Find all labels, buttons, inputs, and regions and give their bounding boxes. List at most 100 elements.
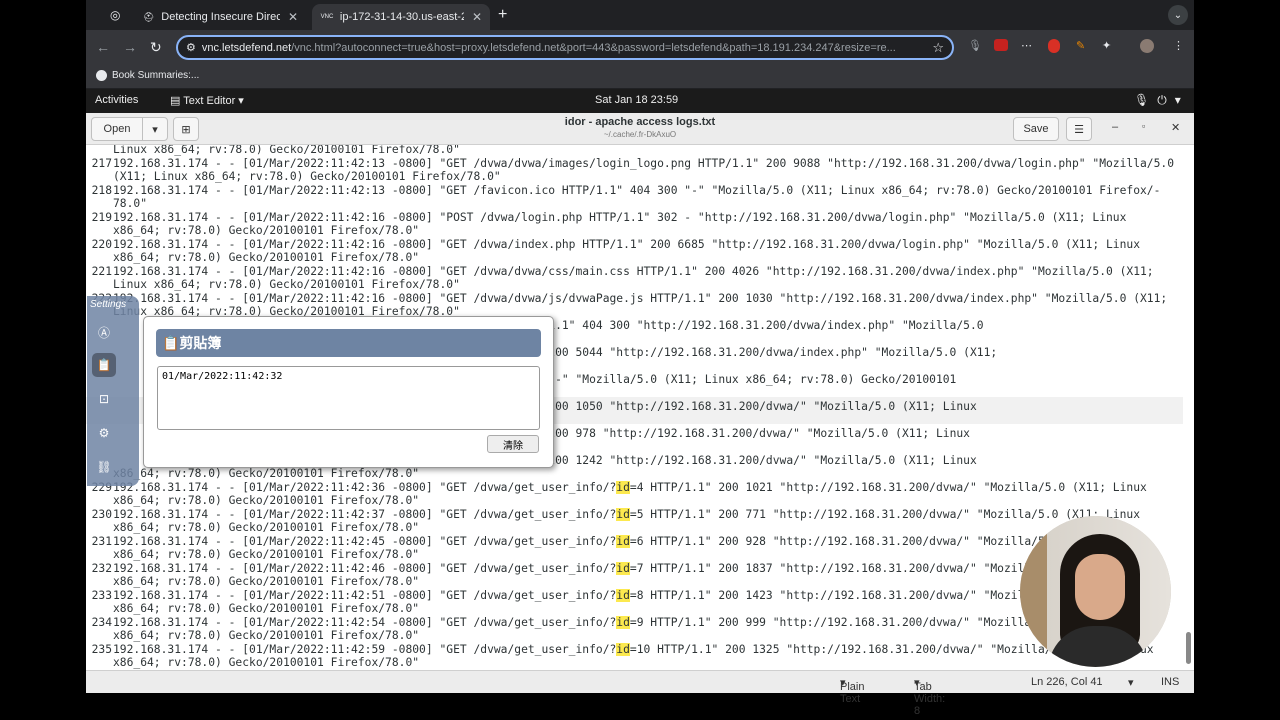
- line-text: 192.168.31.174 - - [01/Mar/2022:11:42:46…: [113, 561, 1147, 575]
- bookmark-star-icon[interactable]: ☆: [932, 40, 944, 56]
- editor-status-bar: Plain Text ▾ Tab Width: 8 ▾ Ln 226, Col …: [86, 670, 1194, 717]
- editor-header-bar: Open ▾ ⊞ idor - apache access logs.txt ~…: [86, 113, 1194, 145]
- chrome-icon[interactable]: ◎: [110, 8, 120, 22]
- line-number: 221: [91, 264, 112, 278]
- line-text: 192.168.31.174 - - [01/Mar/2022:11:42:16…: [113, 237, 1140, 251]
- cursor-position[interactable]: Ln 226, Col 41: [1031, 676, 1103, 688]
- extension-dots-icon[interactable]: ⋯: [1021, 39, 1032, 52]
- activities-button[interactable]: Activities: [95, 94, 138, 106]
- maximize-icon[interactable]: ▫: [1142, 121, 1145, 131]
- line-number: 233: [91, 588, 112, 602]
- search-match: id: [616, 615, 630, 629]
- line-text: 78.0": [113, 197, 148, 210]
- extension-feather-icon[interactable]: ✎: [1076, 39, 1085, 52]
- globe-icon: [96, 70, 107, 81]
- vnc-control-panel: Settings Ⓐ 📋 ⊡ ⚙ ⛓: [87, 296, 139, 486]
- line-number: 217: [91, 156, 112, 170]
- tab-width-selector[interactable]: Tab Width: 8 ▾: [914, 676, 945, 717]
- line-text: 192.168.31.174 - - [01/Mar/2022:11:42:54…: [113, 615, 1141, 629]
- search-match: id: [616, 561, 630, 575]
- close-window-icon[interactable]: ✕: [1171, 121, 1180, 134]
- line-text: x86_64; rv:78.0) Gecko/20100101 Firefox/…: [113, 548, 420, 561]
- line-text: 192.168.31.174 - - [01/Mar/2022:11:42:16…: [113, 264, 1154, 278]
- close-icon[interactable]: ✕: [472, 10, 482, 24]
- address-bar[interactable]: ⚙ vnc.letsdefend.net/vnc.html?autoconnec…: [176, 35, 954, 60]
- vnc-settings-label: Settings: [90, 299, 127, 310]
- line-number: 231: [91, 534, 112, 548]
- clipboard-icon[interactable]: 📋: [92, 353, 116, 377]
- line-number: 219: [91, 210, 112, 224]
- line-text: (X11; Linux x86_64; rv:78.0) Gecko/20100…: [113, 170, 501, 183]
- line-number: 235: [91, 642, 112, 656]
- minimize-icon[interactable]: –: [1112, 121, 1118, 133]
- line-text: x86_64; rv:78.0) Gecko/20100101 Firefox/…: [113, 521, 420, 534]
- clear-button[interactable]: 清除: [487, 435, 539, 453]
- extension-shield-icon[interactable]: [1048, 39, 1060, 53]
- language-selector[interactable]: Plain Text ▾: [840, 676, 864, 705]
- tab-search-button[interactable]: ⌄: [1168, 5, 1188, 25]
- browser-toolbar: ← → ↻ ⚙ vnc.letsdefend.net/vnc.html?auto…: [86, 30, 1194, 65]
- search-match: id: [616, 588, 630, 602]
- microphone-icon[interactable]: 🎙: [968, 39, 982, 52]
- line-text: Linux x86_64; rv:78.0) Gecko/20100101 Fi…: [113, 278, 460, 291]
- line-text: 192.168.31.174 - - [01/Mar/2022:11:42:13…: [113, 156, 1175, 170]
- browser-tab-strip: ◎ ⛑ Detecting Insecure Direct Ob ✕ VNC i…: [86, 0, 1194, 30]
- search-match: id: [616, 534, 630, 548]
- line-text: x86_64; rv:78.0) Gecko/20100101 Firefox/…: [113, 575, 420, 588]
- disconnect-icon[interactable]: ⛓: [92, 455, 116, 479]
- chrome-menu-icon[interactable]: ⋮: [1173, 39, 1184, 52]
- position-menu-icon[interactable]: ▾: [1128, 676, 1134, 689]
- clipboard-dialog: 📋 剪貼簿 01/Mar/2022:11:42:32 清除: [143, 316, 554, 468]
- editor-scrollbar[interactable]: [1183, 145, 1194, 670]
- clipboard-textarea[interactable]: 01/Mar/2022:11:42:32: [157, 366, 540, 430]
- clipboard-header-icon: 📋: [162, 334, 180, 351]
- line-text: 192.168.31.174 - - [01/Mar/2022:11:42:45…: [113, 534, 1141, 548]
- screen: ◎ ⛑ Detecting Insecure Direct Ob ✕ VNC i…: [0, 0, 1280, 720]
- line-text: 192.168.31.174 - - [01/Mar/2022:11:42:16…: [113, 291, 1168, 305]
- insert-mode: INS: [1161, 676, 1180, 688]
- line-text: 192.168.31.174 - - [01/Mar/2022:11:42:36…: [113, 480, 1147, 494]
- site-info-icon[interactable]: ⚙: [186, 41, 196, 54]
- line-text: 192.168.31.174 - - [01/Mar/2022:11:42:37…: [113, 507, 1141, 521]
- reload-icon[interactable]: ↻: [150, 39, 162, 56]
- profile-avatar[interactable]: [1140, 39, 1154, 53]
- clock[interactable]: Sat Jan 18 23:59: [595, 94, 678, 106]
- keyboard-icon[interactable]: Ⓐ: [92, 320, 116, 344]
- new-tab-button[interactable]: +: [498, 6, 507, 24]
- fullscreen-icon[interactable]: ⊡: [92, 387, 116, 411]
- line-text: x86_64; rv:78.0) Gecko/20100101 Firefox/…: [113, 251, 420, 264]
- extension-record-icon[interactable]: [994, 39, 1008, 51]
- line-number: 218: [91, 183, 112, 197]
- webcam-overlay: [1020, 516, 1171, 667]
- line-number: 220: [91, 237, 112, 251]
- scrollbar-thumb[interactable]: [1186, 632, 1191, 664]
- line-text: x86_64; rv:78.0) Gecko/20100101 Firefox/…: [113, 656, 420, 669]
- search-match: id: [616, 507, 630, 521]
- vnc-icon: VNC: [320, 14, 334, 20]
- close-icon[interactable]: ✕: [288, 10, 298, 24]
- extensions-puzzle-icon[interactable]: ✦: [1102, 39, 1111, 52]
- clipboard-header: 📋 剪貼簿: [156, 329, 541, 357]
- line-text: x86_64; rv:78.0) Gecko/20100101 Firefox/…: [113, 494, 420, 507]
- bookmark-book-summaries[interactable]: Book Summaries:...: [96, 70, 199, 81]
- line-text: 192.168.31.174 - - [01/Mar/2022:11:42:13…: [113, 183, 1161, 197]
- line-text: 192.168.31.174 - - [01/Mar/2022:11:42:51…: [113, 588, 1147, 602]
- hamburger-menu-icon[interactable]: ☰: [1066, 117, 1092, 141]
- text-editor-icon: ▤: [170, 95, 184, 107]
- gnome-top-bar: Activities ▤ Text Editor ▾ Sat Jan 18 23…: [86, 89, 1194, 113]
- bookmarks-bar: Book Summaries:...: [86, 65, 1194, 89]
- forward-icon[interactable]: →: [123, 39, 137, 55]
- tab-vnc[interactable]: VNC ip-172-31-14-30.us-east-2.c ✕: [312, 4, 490, 30]
- line-text: Linux x86_64; rv:78.0) Gecko/20100101 Fi…: [113, 145, 460, 156]
- settings-gear-icon[interactable]: ⚙: [92, 421, 116, 445]
- search-match: id: [616, 642, 630, 656]
- save-button[interactable]: Save: [1013, 117, 1059, 141]
- tab-detecting-idor[interactable]: ⛑ Detecting Insecure Direct Ob ✕: [134, 4, 306, 30]
- app-menu[interactable]: ▤ Text Editor ▾: [170, 94, 244, 107]
- back-icon[interactable]: ←: [96, 39, 110, 55]
- system-status-icons[interactable]: 🎙⏻▾: [1134, 93, 1189, 108]
- line-number: 232: [91, 561, 112, 575]
- line-text: x86_64; rv:78.0) Gecko/20100101 Firefox/…: [113, 602, 420, 615]
- line-text: x86_64; rv:78.0) Gecko/20100101 Firefox/…: [113, 224, 420, 237]
- line-text: 192.168.31.174 - - [01/Mar/2022:11:42:59…: [113, 642, 1154, 656]
